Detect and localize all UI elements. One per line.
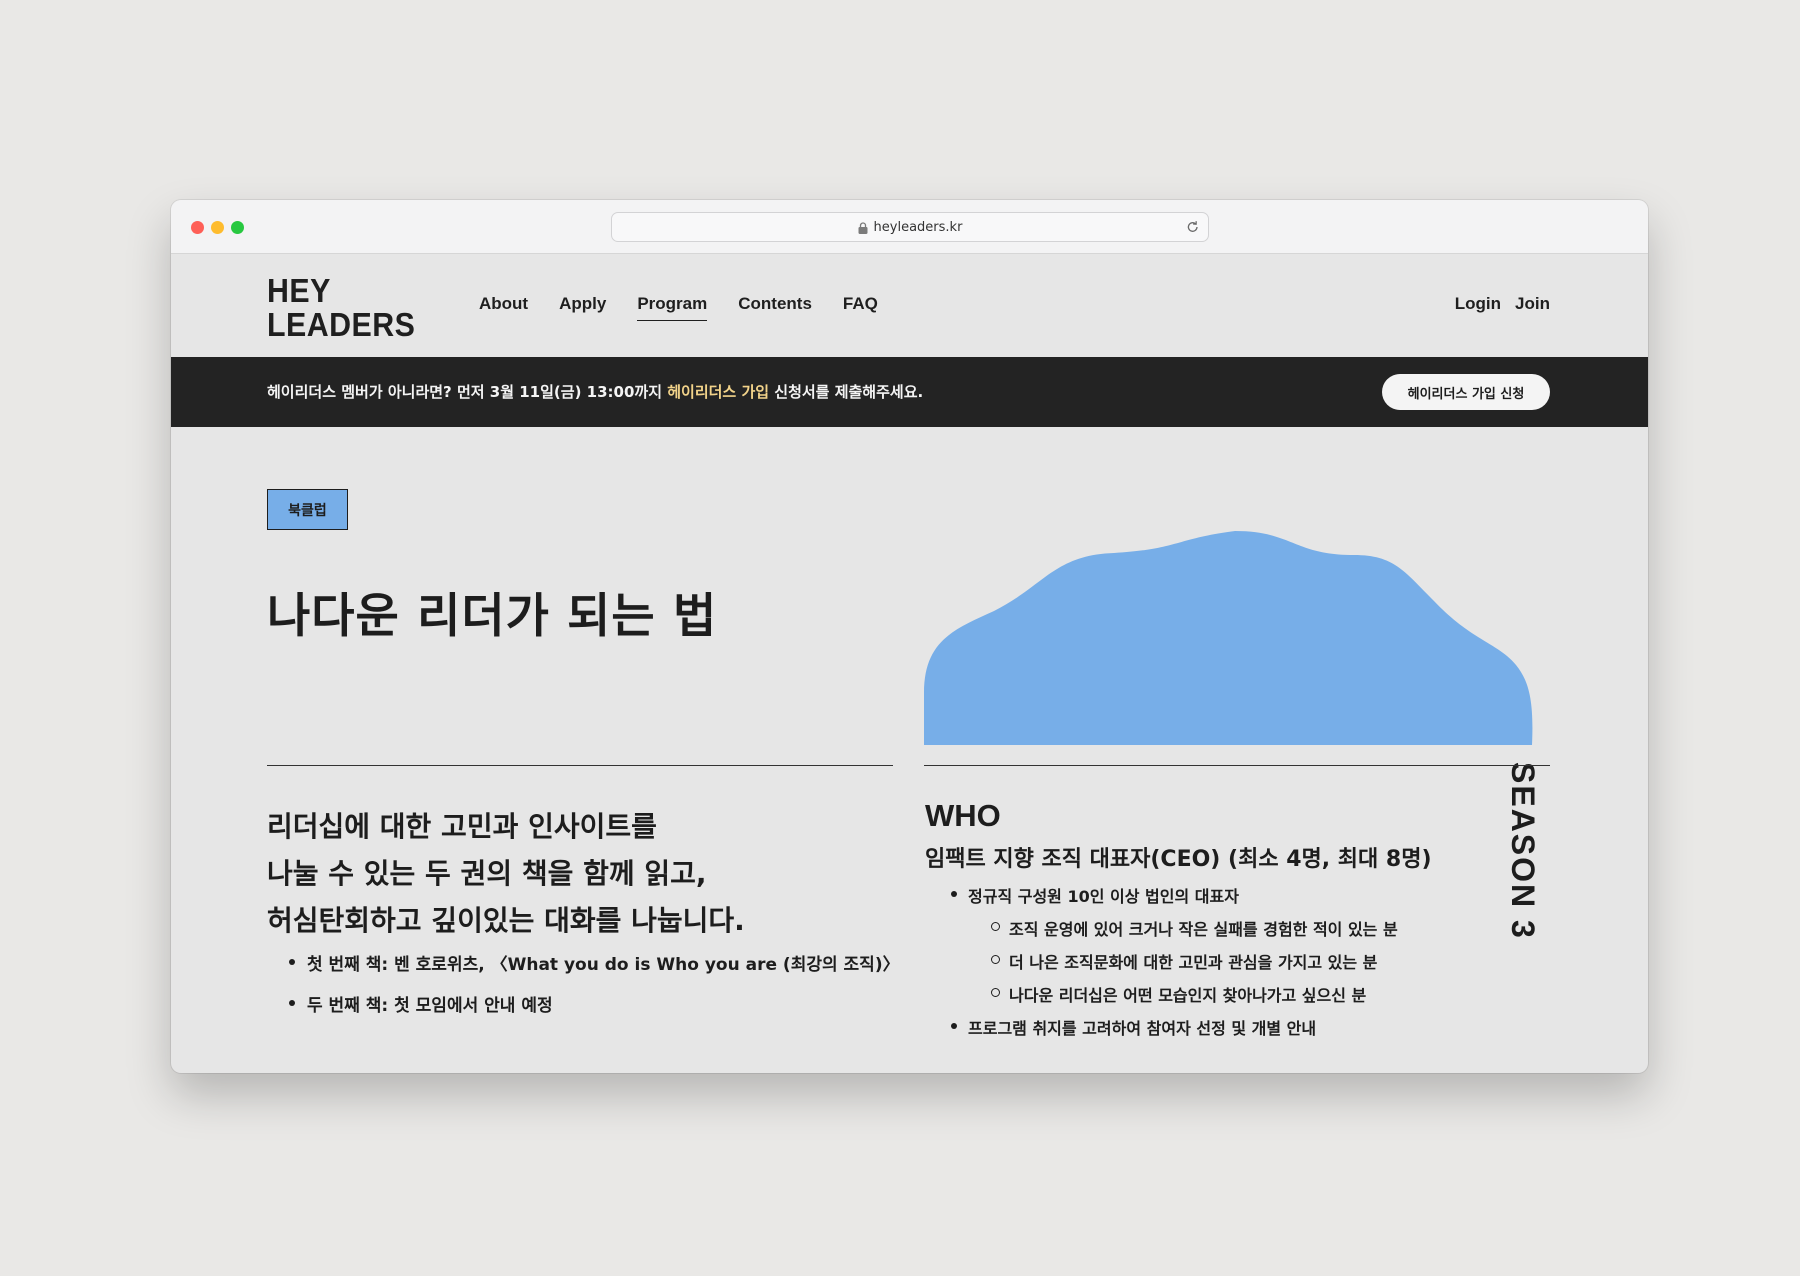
decorative-blob-shape — [924, 531, 1533, 745]
banner-text-before: 헤이리더스 멤버가 아니라면? 먼저 3월 11일(금) 13:00까지 — [267, 383, 668, 401]
reload-icon[interactable] — [1184, 218, 1202, 236]
logo-line-hey: HEY — [267, 272, 331, 309]
membership-banner: 헤이리더스 멤버가 아니라면? 먼저 3월 11일(금) 13:00까지 헤이리… — [171, 357, 1648, 427]
who-subtitle: 임팩트 지향 조직 대표자(CEO) (최소 4명, 최대 8명) — [925, 847, 1432, 872]
who-item: 프로그램 취지를 고려하여 참여자 선정 및 개별 안내 — [951, 1015, 1398, 1048]
nav-faq[interactable]: FAQ — [843, 294, 878, 321]
main-nav: About Apply Program Contents FAQ — [479, 294, 878, 321]
who-subitem: 조직 운영에 있어 크거나 작은 실패를 경험한 적이 있는 분 — [951, 916, 1398, 949]
join-link[interactable]: Join — [1515, 294, 1550, 314]
banner-highlight: 헤이리더스 가입 — [667, 383, 770, 401]
minimize-window-button[interactable] — [211, 221, 224, 234]
category-tag: 북클럽 — [267, 489, 348, 530]
program-lead: 리더십에 대한 고민과 인사이트를 나눌 수 있는 두 권의 책을 함께 읽고,… — [267, 803, 745, 944]
program-title: 나다운 리더가 되는 법 — [267, 589, 718, 644]
close-window-button[interactable] — [191, 221, 204, 234]
book-item-2: 두 번째 책: 첫 모임에서 안내 예정 — [289, 991, 900, 1032]
browser-window: heyleaders.kr HEY LEADERS About Apply Pr… — [171, 200, 1648, 1073]
who-heading: WHO — [925, 798, 1001, 833]
browser-titlebar: heyleaders.kr — [171, 200, 1648, 254]
nav-about[interactable]: About — [479, 294, 528, 321]
banner-text-after: 신청서를 제출해주세요. — [769, 383, 924, 401]
site-header: HEY LEADERS About Apply Program Contents… — [171, 254, 1648, 357]
book-list: 첫 번째 책: 벤 호로위츠, 〈What you do is Who you … — [289, 950, 900, 1032]
site-logo[interactable]: HEY LEADERS — [267, 274, 415, 342]
who-subitem: 더 나은 조직문화에 대한 고민과 관심을 가지고 있는 분 — [951, 949, 1398, 982]
address-url: heyleaders.kr — [873, 219, 963, 235]
lead-line-1: 리더십에 대한 고민과 인사이트를 — [267, 810, 657, 843]
program-section: 북클럽 나다운 리더가 되는 법 SEASON 3 리더십에 대한 고민과 인사… — [171, 427, 1648, 1073]
address-bar[interactable]: heyleaders.kr — [611, 212, 1209, 242]
nav-contents[interactable]: Contents — [738, 294, 812, 321]
who-item: 정규직 구성원 10인 이상 법인의 대표자 — [951, 883, 1398, 916]
book-item-1: 첫 번째 책: 벤 호로위츠, 〈What you do is Who you … — [289, 950, 900, 991]
divider-right — [924, 765, 1550, 766]
login-link[interactable]: Login — [1455, 294, 1501, 314]
logo-line-leaders: LEADERS — [267, 306, 416, 343]
who-subitem: 나다운 리더십은 어떤 모습인지 찾아나가고 싶으신 분 — [951, 982, 1398, 1015]
membership-apply-button[interactable]: 헤이리더스 가입 신청 — [1382, 374, 1550, 410]
lead-line-2: 나눌 수 있는 두 권의 책을 함께 읽고, — [267, 857, 707, 890]
nav-apply[interactable]: Apply — [559, 294, 606, 321]
auth-links: Login Join — [1455, 294, 1550, 314]
nav-program[interactable]: Program — [637, 294, 708, 321]
divider-left — [267, 765, 893, 766]
banner-message: 헤이리더스 멤버가 아니라면? 먼저 3월 11일(금) 13:00까지 헤이리… — [267, 381, 923, 402]
season-label: SEASON 3 — [1505, 762, 1541, 940]
maximize-window-button[interactable] — [231, 221, 244, 234]
who-criteria-list: 정규직 구성원 10인 이상 법인의 대표자 조직 운영에 있어 크거나 작은 … — [951, 883, 1398, 1048]
lead-line-3: 허심탄회하고 깊이있는 대화를 나눕니다. — [267, 904, 745, 937]
lock-icon — [858, 222, 868, 234]
